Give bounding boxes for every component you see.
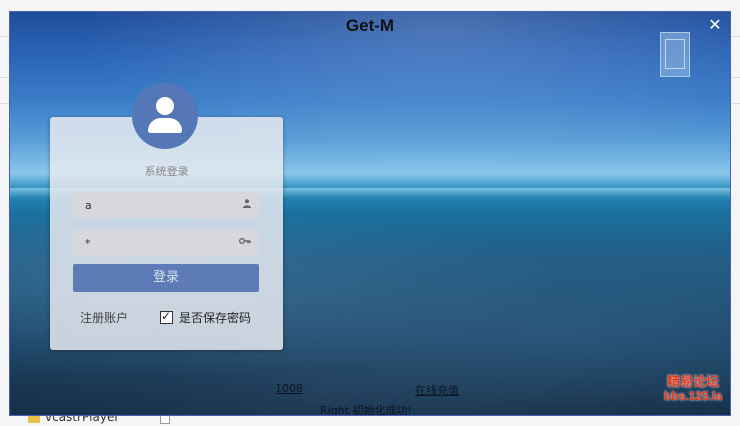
forum-watermark: 精易论坛 bbs.125.la: [664, 376, 722, 403]
save-password-label: 是否保存密码: [179, 311, 252, 325]
login-window: Get-M ✕ 系统登录 登录 注册账户 是否保存密码 1008 在线充值: [9, 11, 731, 416]
status-message: Right 初始化成功!: [320, 404, 412, 416]
save-password-option[interactable]: 是否保存密码: [160, 309, 251, 326]
username-input[interactable]: [73, 192, 233, 218]
footer-link-1008[interactable]: 1008: [275, 382, 303, 395]
recharge-online-link[interactable]: 在线充值: [415, 382, 459, 398]
save-password-checkbox[interactable]: [160, 309, 173, 324]
watermark-url: bbs.125.la: [663, 389, 722, 403]
window-title: Get-M: [345, 16, 395, 35]
watermark-title: 精易论坛: [666, 375, 719, 390]
login-button[interactable]: 登录: [73, 264, 259, 292]
user-icon: [243, 199, 251, 212]
user-avatar-icon: [132, 83, 198, 149]
key-icon: [239, 237, 251, 249]
login-title: 系统登录: [144, 165, 189, 178]
logo-icon: [660, 32, 690, 77]
close-button[interactable]: ✕: [706, 16, 724, 34]
register-account-link[interactable]: 注册账户: [80, 309, 128, 326]
password-field-wrapper: [73, 230, 259, 256]
login-panel: 系统登录 登录 注册账户 是否保存密码: [50, 83, 283, 350]
username-field-wrapper: [73, 192, 259, 218]
password-input[interactable]: [73, 230, 233, 256]
